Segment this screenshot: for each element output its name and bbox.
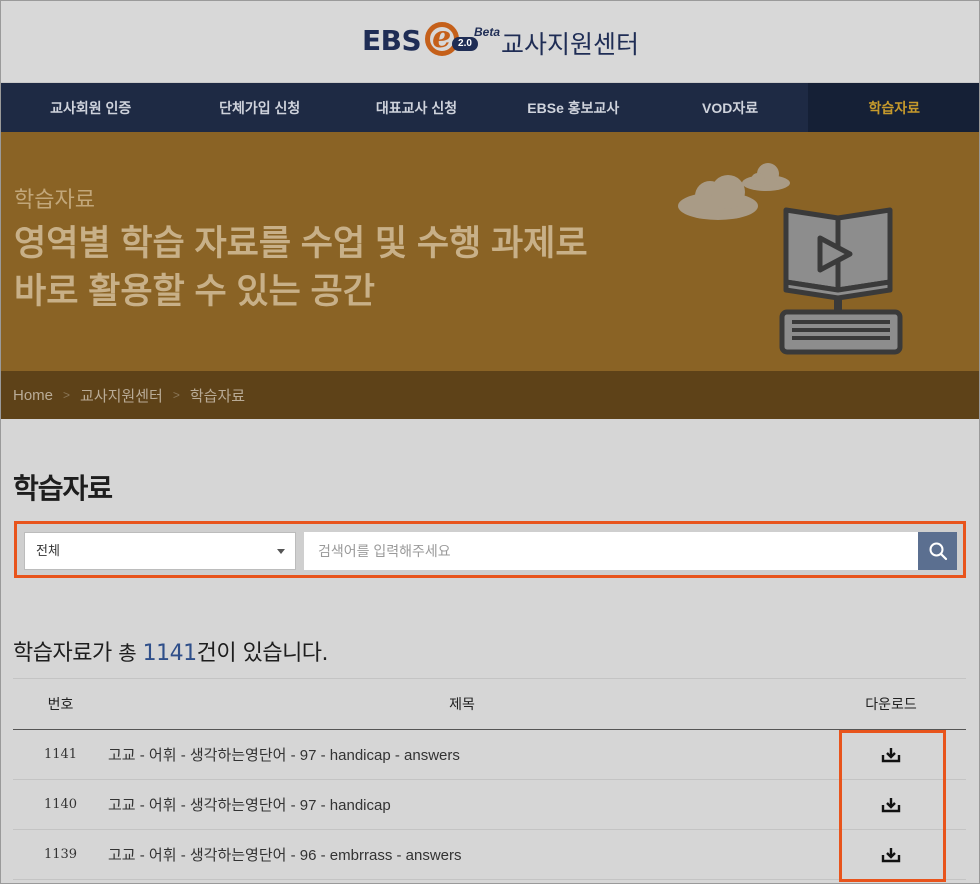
- category-select-value: 전체: [36, 543, 60, 558]
- result-count-suffix: 건이 있습니다.: [196, 641, 329, 666]
- nav-item-vod[interactable]: VOD자료: [652, 83, 809, 132]
- header-title: 제목: [449, 696, 475, 712]
- hero-title-line2: 바로 활용할 수 있는 공간: [14, 272, 375, 311]
- row-number: 1139: [43, 847, 78, 862]
- chevron-down-icon: [277, 549, 285, 554]
- ebs-logo[interactable]: EBS e: [362, 20, 463, 60]
- nav-item-ebse-promo[interactable]: EBSe 홍보교사: [495, 83, 652, 132]
- download-column-highlight: [839, 730, 946, 882]
- logo-beta-label: Beta: [474, 25, 501, 39]
- table-header: 번호 제목 다운로드: [13, 678, 966, 730]
- breadcrumb-current: 학습자료: [189, 387, 246, 405]
- search-input[interactable]: [304, 532, 918, 570]
- site-header: EBS e 2.0 Beta 교사지원센터: [0, 0, 980, 83]
- row-title-link[interactable]: 고교 - 어휘 - 생각하는영단어 - 97 - handicap: [108, 794, 816, 815]
- result-count-prefix: 학습자료가: [13, 641, 112, 666]
- row-title-link[interactable]: 고교 - 어휘 - 생각하는영단어 - 97 - handicap - answ…: [108, 744, 816, 765]
- header-download: 다운로드: [865, 696, 917, 712]
- search-button[interactable]: [918, 532, 957, 570]
- materials-table: 번호 제목 다운로드 1141 고교 - 어휘 - 생각하는영단어 - 97 -…: [13, 678, 966, 880]
- hero-subtitle: 학습자료: [14, 187, 95, 212]
- category-select[interactable]: 전체: [24, 532, 296, 570]
- breadcrumb: Home > 교사지원센터 > 학습자료: [0, 371, 980, 419]
- site-title: 교사지원센터: [501, 30, 640, 59]
- page-title: 학습자료: [13, 472, 113, 505]
- breadcrumb-home[interactable]: Home: [13, 387, 53, 404]
- result-count: 학습자료가 총 1141건이 있습니다.: [13, 635, 329, 667]
- hero-title: 영역별 학습 자료를 수업 및 수행 과제로 바로 활용할 수 있는 공간: [14, 220, 694, 316]
- logo-ebs-text: EBS: [362, 23, 422, 57]
- result-count-mid: 총: [118, 641, 137, 665]
- chevron-right-icon: >: [63, 388, 71, 402]
- nav-item-teacher-auth[interactable]: 교사회원 인증: [0, 83, 181, 132]
- row-title-link[interactable]: 고교 - 어휘 - 생각하는영단어 - 96 - embrrass - answ…: [108, 844, 816, 865]
- result-count-number: 1141: [142, 641, 198, 666]
- table-row: 1141 고교 - 어휘 - 생각하는영단어 - 97 - handicap -…: [13, 730, 966, 780]
- table-row: 1140 고교 - 어휘 - 생각하는영단어 - 97 - handicap: [13, 780, 966, 830]
- table-row: 1139 고교 - 어휘 - 생각하는영단어 - 96 - embrrass -…: [13, 830, 966, 880]
- nav-item-rep-teacher[interactable]: 대표교사 신청: [338, 83, 495, 132]
- chevron-right-icon: >: [172, 388, 180, 402]
- row-number: 1140: [43, 797, 78, 812]
- book-video-keyboard-icon: [678, 163, 903, 355]
- header-number: 번호: [47, 696, 74, 712]
- main-nav: 교사회원 인증 단체가입 신청 대표교사 신청 EBSe 홍보교사 VOD자료 …: [0, 83, 980, 132]
- hero-banner: 학습자료 영역별 학습 자료를 수업 및 수행 과제로 바로 활용할 수 있는 …: [0, 132, 980, 371]
- logo-version-badge: 2.0: [452, 37, 478, 51]
- nav-item-group-signup[interactable]: 단체가입 신청: [181, 83, 338, 132]
- nav-item-learning-materials[interactable]: 학습자료: [808, 83, 980, 132]
- row-number: 1141: [43, 747, 78, 762]
- hero-title-line1: 영역별 학습 자료를 수업 및 수행 과제로: [14, 224, 588, 263]
- search-icon: [929, 542, 947, 561]
- search-bar: 전체: [14, 521, 966, 578]
- breadcrumb-teacher-center[interactable]: 교사지원센터: [80, 385, 163, 406]
